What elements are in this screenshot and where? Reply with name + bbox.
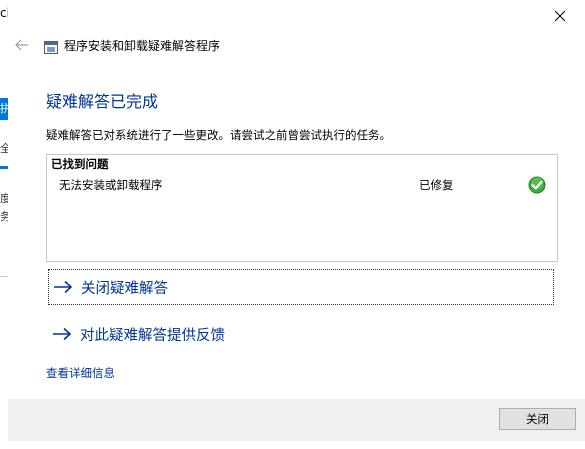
back-button[interactable] (14, 37, 30, 53)
background-divider (0, 276, 8, 277)
arrow-right-icon (54, 280, 73, 294)
troubleshooter-app-icon (44, 39, 58, 54)
problems-found-panel: 已找到问题 无法安装或卸载程序 已修复 (46, 154, 558, 262)
provide-feedback-link[interactable]: 对此疑难解答提供反馈 (52, 316, 225, 352)
result-description: 疑难解答已对系统进行了一些更改。请尝试之前曾尝试执行的任务。 (46, 128, 391, 142)
troubleshooter-dialog: 程序安装和卸载疑难解答程序 疑难解答已完成 疑难解答已对系统进行了一些更改。请尝… (8, 0, 585, 449)
background-text-fragment: 度 (0, 192, 8, 205)
background-window-fragment: ci 拼 全之 度 务 (0, 0, 8, 449)
background-title-fragment: ci (0, 6, 8, 20)
problem-name: 无法安装或卸载程序 (59, 178, 163, 192)
background-selected-item[interactable]: 拼 (0, 98, 8, 120)
dialog-title: 程序安装和卸载疑难解答程序 (64, 38, 221, 53)
close-button[interactable]: 关闭 (499, 408, 576, 430)
background-text-fragment: 务 (0, 210, 8, 223)
view-details-link[interactable]: 查看详细信息 (46, 365, 115, 381)
arrow-right-icon (53, 327, 72, 341)
close-troubleshooter-label: 关闭疑难解答 (81, 280, 168, 297)
background-accent-line (0, 166, 8, 169)
dialog-header: 程序安装和卸载疑难解答程序 (44, 36, 220, 54)
fixed-checkmark-icon (528, 176, 546, 194)
page-heading: 疑难解答已完成 (46, 92, 159, 111)
problem-status: 已修复 (419, 178, 454, 192)
problem-row: 无法安装或卸载程序 已修复 (47, 176, 557, 195)
background-text-fragment: 全之 (0, 142, 8, 155)
problems-found-header: 已找到问题 (51, 157, 109, 171)
close-troubleshooter-link[interactable]: 关闭疑难解答 (48, 269, 554, 305)
dialog-footer: 关闭 (8, 399, 585, 441)
back-arrow-icon (15, 39, 28, 51)
provide-feedback-label: 对此疑难解答提供反馈 (80, 327, 225, 344)
close-icon (554, 10, 566, 22)
window-close-button[interactable] (545, 4, 575, 28)
